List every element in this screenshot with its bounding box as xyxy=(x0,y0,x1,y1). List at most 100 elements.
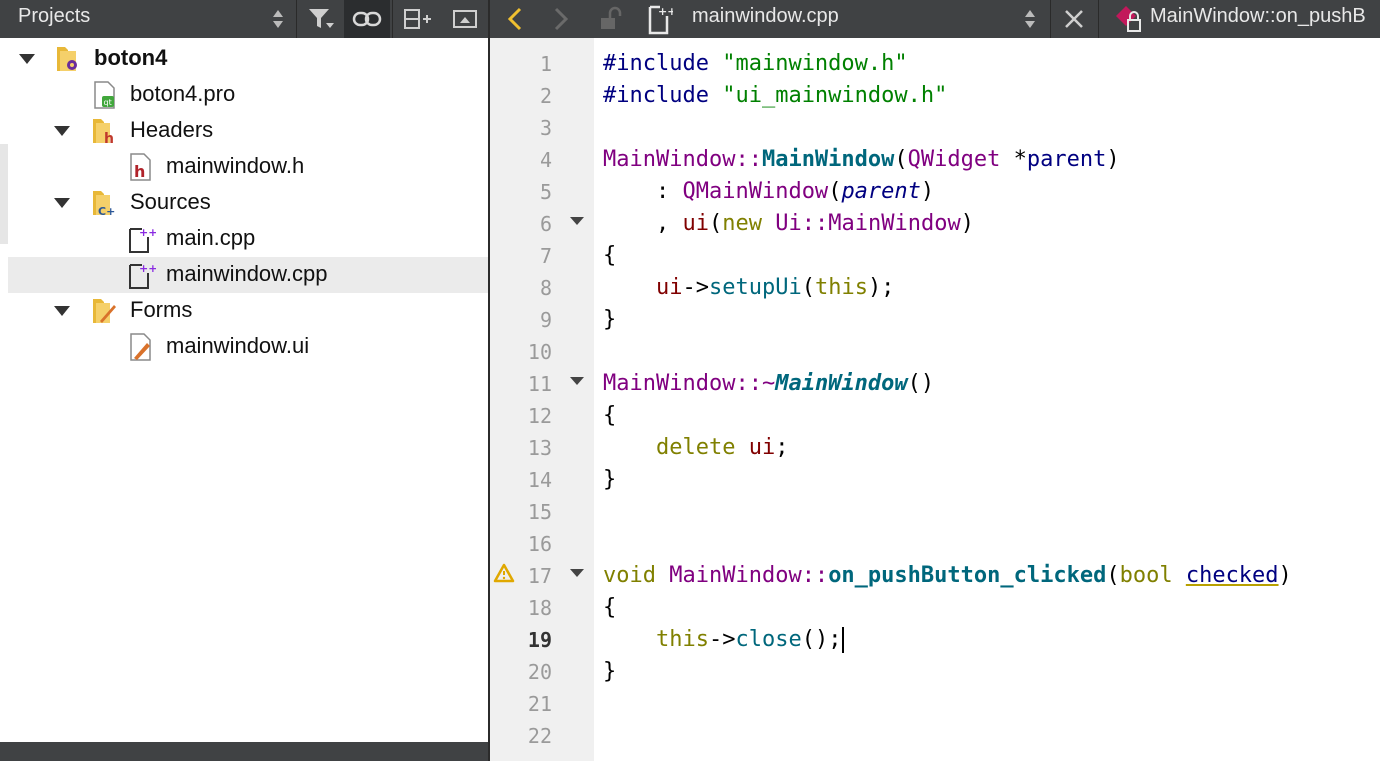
punctuation: -> xyxy=(708,627,736,652)
updown-arrows-icon[interactable] xyxy=(266,0,290,38)
tree-item-mainwindow-ui[interactable]: mainwindow.ui xyxy=(8,329,488,365)
tree-item-label: mainwindow.cpp xyxy=(166,261,328,286)
back-arrow-icon[interactable] xyxy=(500,0,530,38)
keyword: void xyxy=(603,563,656,588)
keyword: this xyxy=(814,275,868,300)
ui-file-icon xyxy=(126,331,156,363)
code-line-12: { xyxy=(603,403,617,428)
unused-parameter[interactable]: checked xyxy=(1186,563,1279,588)
line-number: 9 xyxy=(539,308,552,332)
projects-pane: Projects boton4 qt boton4.pro h Headers … xyxy=(0,0,488,761)
tree-item-label: Sources xyxy=(130,189,211,214)
code-line-20: } xyxy=(603,659,617,684)
svg-text:h: h xyxy=(134,162,145,181)
punctuation: (); xyxy=(801,627,842,652)
punctuation: -> xyxy=(682,275,709,300)
svg-text:++: ++ xyxy=(658,5,673,18)
filter-icon[interactable] xyxy=(302,0,340,38)
punctuation: ; xyxy=(775,435,789,460)
tree-item-forms[interactable]: Forms xyxy=(8,293,488,329)
cpp-file-icon: ++ xyxy=(126,223,157,255)
tree-item-label: Headers xyxy=(130,117,214,142)
line-number: 13 xyxy=(527,436,552,460)
tree-item-mainwindow-cpp[interactable]: ++ mainwindow.cpp xyxy=(8,257,488,293)
open-file-name[interactable]: mainwindow.cpp xyxy=(692,5,839,28)
type-name: MainWindow xyxy=(828,211,961,236)
split-add-icon[interactable] xyxy=(398,0,436,38)
code-line-2: #include "ui_mainwindow.h" xyxy=(603,80,947,112)
forward-arrow-icon[interactable] xyxy=(546,0,576,38)
class-name: MainWindow xyxy=(669,563,802,588)
code-line-11: MainWindow::~MainWindow() xyxy=(603,368,934,400)
projects-title[interactable]: Projects xyxy=(18,5,90,28)
current-function[interactable]: MainWindow::on_pushB xyxy=(1150,5,1366,28)
tree-item-label: boton4 xyxy=(94,45,168,70)
expand-arrow-icon[interactable] xyxy=(54,306,70,316)
tree-item-headers[interactable]: h Headers xyxy=(8,113,488,149)
function-call: setupUi xyxy=(708,275,802,300)
scope-operator: :: xyxy=(801,563,829,588)
line-number-current: 19 xyxy=(527,628,552,652)
cpp-file-icon: ++ xyxy=(642,0,676,38)
editor-toolbar: ++ mainwindow.cpp MainWindow::on_pushB xyxy=(490,0,1380,38)
expand-arrow-icon[interactable] xyxy=(54,198,70,208)
svg-text:C+: C+ xyxy=(98,205,115,218)
project-folder-icon xyxy=(54,43,84,75)
code-line-6: , ui(new Ui::MainWindow) xyxy=(603,208,974,240)
close-pane-icon[interactable] xyxy=(446,0,484,38)
cpp-file-icon: ++ xyxy=(126,259,157,291)
close-document-icon[interactable] xyxy=(1056,0,1092,38)
pane-bottom-bar xyxy=(0,742,488,761)
keyword: bool xyxy=(1119,563,1173,588)
pro-file-icon: qt xyxy=(90,79,120,111)
keyword: delete xyxy=(655,435,736,460)
code-line-7: { xyxy=(603,243,617,268)
line-number: 10 xyxy=(527,340,552,364)
projects-toolbar: Projects xyxy=(0,0,488,38)
line-number: 14 xyxy=(527,468,552,492)
updown-arrows-icon[interactable] xyxy=(1018,0,1042,38)
tree-item-label: main.cpp xyxy=(166,225,256,250)
svg-text:qt: qt xyxy=(104,98,112,107)
fold-marker-icon[interactable] xyxy=(570,569,584,577)
link-icon[interactable] xyxy=(344,0,390,38)
line-number: 18 xyxy=(527,596,552,620)
parameter: parent xyxy=(841,179,921,204)
scope-operator: :: xyxy=(801,211,829,236)
tree-item-main-cpp[interactable]: ++ main.cpp xyxy=(8,221,488,257)
member-variable: ui xyxy=(655,275,683,300)
tree-item-boton4[interactable]: boton4 xyxy=(8,41,488,77)
svg-text:++: ++ xyxy=(139,226,156,239)
namespace-name: Ui xyxy=(775,211,802,236)
function-name: MainWindow xyxy=(775,371,908,396)
fold-marker-icon[interactable] xyxy=(570,217,584,225)
preprocessor-directive: #include xyxy=(603,51,709,76)
tree-item-mainwindow-h[interactable]: h mainwindow.h xyxy=(8,149,488,185)
lock-icon[interactable] xyxy=(594,0,626,38)
code-line-4: MainWindow::MainWindow(QWidget *parent) xyxy=(603,144,1120,176)
fold-marker-icon[interactable] xyxy=(570,377,584,385)
punctuation: , xyxy=(603,211,683,236)
warning-icon[interactable] xyxy=(493,563,515,587)
preprocessor-directive: #include xyxy=(603,83,709,108)
text-cursor xyxy=(842,627,845,653)
line-number: 20 xyxy=(527,660,552,684)
code-line-5: : QMainWindow(parent) xyxy=(603,176,934,208)
expand-arrow-icon[interactable] xyxy=(54,126,70,136)
code-line-14: } xyxy=(603,467,617,492)
scope-operator: ::~ xyxy=(735,371,776,396)
tree-item-sources[interactable]: C+ Sources xyxy=(8,185,488,221)
type-name: QWidget xyxy=(907,147,1001,172)
tree-item-boton4-pro[interactable]: qt boton4.pro xyxy=(8,77,488,113)
tree-item-label: Forms xyxy=(130,297,193,322)
function-call: close xyxy=(735,627,802,652)
member-variable: ui xyxy=(748,435,776,460)
punctuation: : xyxy=(603,179,683,204)
line-number: 22 xyxy=(527,724,552,748)
expand-arrow-icon[interactable] xyxy=(19,54,35,64)
punctuation: () xyxy=(907,371,935,396)
